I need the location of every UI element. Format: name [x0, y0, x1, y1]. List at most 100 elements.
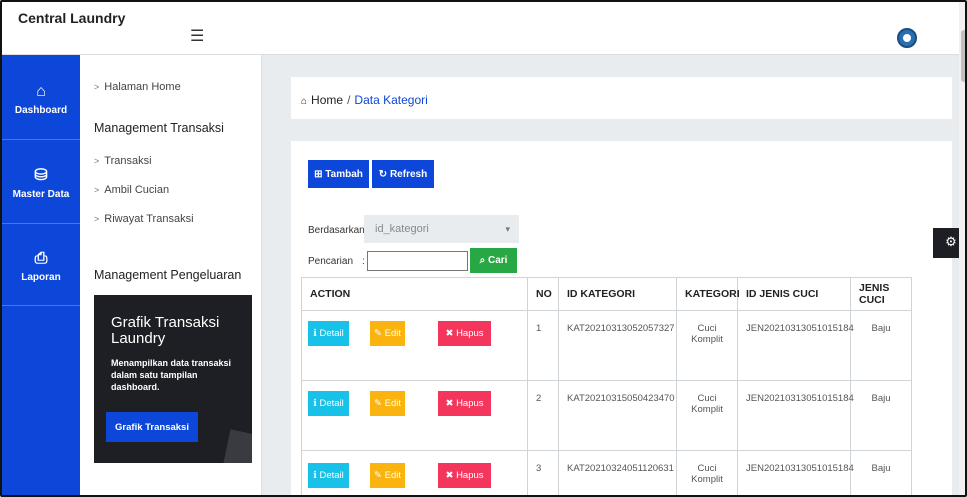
cari-label: Cari	[487, 255, 508, 266]
grafik-transaksi-button[interactable]: Grafik Transaksi	[106, 412, 198, 442]
col-header-id-kategori: ID KATEGORI	[558, 277, 677, 311]
printer-icon: ⎙	[34, 250, 48, 267]
sidebar: > Halaman Home Management Transaksi > Tran…	[80, 55, 262, 495]
page-scrollbar[interactable]	[959, 2, 965, 495]
hapus-button[interactable]: ✖ Hapus	[438, 463, 491, 488]
action-cell: ℹ Detail ✎ Edit ✖ Hapus	[301, 310, 528, 381]
search-label: Pencarian	[308, 256, 354, 267]
rail-label-master-data: Master Data	[12, 189, 70, 200]
edit-label: Edit	[384, 328, 401, 339]
rail-item-dashboard[interactable]: ⌂ Dashboard	[2, 83, 80, 116]
breadcrumb-home[interactable]: Home	[311, 93, 343, 107]
home-icon: ⌂	[301, 96, 308, 107]
cell-id-jenis-cuci: JEN20210313051015184	[737, 310, 854, 381]
plus-square-icon: ⊞	[314, 168, 326, 180]
scrollbar-thumb[interactable]	[961, 30, 965, 82]
breadcrumb-card: ⌂ Home / Data Kategori	[291, 77, 952, 119]
hapus-label: Hapus	[456, 328, 484, 339]
sidebar-item-halaman-home[interactable]: > Halaman Home	[94, 81, 181, 93]
cell-id-kategori: KAT20210324051120631	[558, 450, 677, 495]
cell-id-jenis-cuci: JEN20210313051015184	[737, 450, 854, 495]
detail-label: Detail	[319, 398, 344, 409]
hapus-button[interactable]: ✖ Hapus	[438, 321, 491, 346]
hamburger-menu-icon[interactable]: ☰	[190, 26, 204, 46]
cell-kategori: Cuci Komplit	[676, 450, 738, 495]
search-input[interactable]	[367, 251, 468, 271]
content-card: ⊞ Tambah ↻ Refresh Berdasarkan : id_kate…	[291, 141, 952, 495]
col-header-jenis-cuci: JENIS CUCI	[850, 277, 912, 311]
promo-card: Grafik Transaksi Laundry Menampilkan dat…	[94, 295, 252, 463]
action-cell: ℹ Detail ✎ Edit ✖ Hapus	[301, 380, 528, 451]
edit-icon: ✎	[374, 398, 385, 409]
breadcrumb-separator: /	[347, 93, 351, 107]
rail-item-master-data[interactable]: ⛁ Master Data	[2, 165, 80, 200]
cell-no: 3	[527, 450, 559, 495]
app-window: Central Laundry ☰ ⌂ Dashboard ⛁ Master D…	[0, 0, 967, 497]
cell-id-kategori: KAT20210313052057327	[558, 310, 677, 381]
sidebar-item-label: Riwayat Transaksi	[104, 213, 194, 225]
filter-by-select[interactable]: id_kategori ▾	[364, 215, 519, 243]
chevron-right-icon: >	[94, 156, 100, 166]
hapus-label: Hapus	[456, 470, 484, 481]
cari-button[interactable]: ⌕ Cari	[470, 248, 517, 273]
chevron-down-icon: ▾	[505, 224, 510, 234]
hapus-button[interactable]: ✖ Hapus	[438, 391, 491, 416]
chevron-right-icon: >	[94, 185, 100, 195]
col-header-id-jenis-cuci: ID JENIS CUCI	[737, 277, 851, 311]
detail-button[interactable]: ℹ Detail	[308, 463, 349, 488]
section-heading-transaksi: Management Transaksi	[94, 121, 224, 135]
edit-button[interactable]: ✎ Edit	[370, 391, 405, 416]
edit-label: Edit	[384, 398, 401, 409]
rail-divider	[2, 223, 80, 224]
cell-no: 2	[527, 380, 559, 451]
rail-item-laporan[interactable]: ⎙ Laporan	[2, 250, 80, 283]
hapus-label: Hapus	[456, 398, 484, 409]
brand-title: Central Laundry	[18, 10, 126, 26]
user-avatar[interactable]	[897, 28, 917, 48]
sidebar-item-label: Halaman Home	[104, 81, 181, 93]
breadcrumb-current: Data Kategori	[354, 93, 428, 107]
rail-label-laporan: Laporan	[21, 272, 61, 283]
table-row: ℹ Detail ✎ Edit ✖ Hapus 1 KAT20210313052…	[301, 310, 912, 381]
refresh-button[interactable]: ↻ Refresh	[372, 160, 434, 188]
rail-divider	[2, 305, 80, 306]
close-icon: ✖	[445, 398, 457, 409]
chevron-right-icon: >	[94, 214, 100, 224]
detail-button[interactable]: ℹ Detail	[308, 321, 349, 346]
col-header-action: ACTION	[301, 277, 528, 311]
breadcrumb: ⌂ Home / Data Kategori	[301, 93, 428, 107]
chevron-right-icon: >	[94, 82, 100, 92]
edit-label: Edit	[384, 470, 401, 481]
close-icon: ✖	[445, 470, 457, 481]
sidebar-item-ambil-cucian[interactable]: > Ambil Cucian	[94, 184, 169, 196]
cell-jenis-cuci: Baju	[850, 450, 912, 495]
cell-id-jenis-cuci: JEN20210313051015184	[737, 380, 854, 451]
search-icon: ⌕	[479, 255, 488, 266]
filter-by-label: Berdasarkan :	[308, 225, 371, 236]
refresh-icon: ↻	[378, 168, 390, 180]
table-row: ℹ Detail ✎ Edit ✖ Hapus 3 KAT20210324051…	[301, 450, 912, 495]
col-header-no: NO	[527, 277, 559, 311]
edit-icon: ✎	[374, 470, 385, 481]
detail-button[interactable]: ℹ Detail	[308, 391, 349, 416]
edit-button[interactable]: ✎ Edit	[370, 321, 405, 346]
table-row: ℹ Detail ✎ Edit ✖ Hapus 2 KAT20210315050…	[301, 380, 912, 451]
database-icon: ⛁	[34, 167, 48, 184]
filter-by-value: id_kategori	[375, 223, 429, 235]
home-icon: ⌂	[36, 83, 46, 100]
detail-label: Detail	[319, 470, 344, 481]
col-header-kategori: KATEGORI	[676, 277, 740, 311]
rail-label-dashboard: Dashboard	[14, 105, 68, 116]
sidebar-item-riwayat-transaksi[interactable]: > Riwayat Transaksi	[94, 213, 194, 225]
close-icon: ✖	[445, 328, 457, 339]
icon-rail: ⌂ Dashboard ⛁ Master Data ⎙ Laporan	[2, 55, 80, 495]
edit-icon: ✎	[374, 328, 385, 339]
sidebar-item-label: Ambil Cucian	[104, 184, 170, 196]
promo-title: Grafik Transaksi Laundry	[111, 314, 220, 347]
refresh-label: Refresh	[389, 168, 428, 180]
tambah-label: Tambah	[325, 168, 363, 180]
sidebar-item-transaksi[interactable]: > Transaksi	[94, 155, 152, 167]
edit-button[interactable]: ✎ Edit	[370, 463, 405, 488]
sidebar-item-label: Transaksi	[104, 155, 152, 167]
tambah-button[interactable]: ⊞ Tambah	[308, 160, 369, 188]
